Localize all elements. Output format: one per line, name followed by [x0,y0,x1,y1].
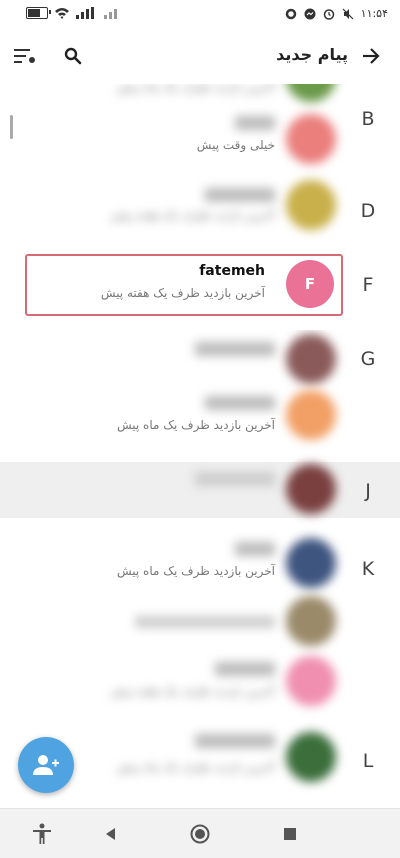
mute-icon [342,8,354,19]
contact-row[interactable]: آخرین بازدید ظرف یک هفته پیش [0,180,400,262]
alarm-icon [323,8,334,20]
nav-back-icon [106,828,115,840]
avatar [286,538,336,588]
avatar [286,656,336,706]
status-time: ۱۱:۵۴ [360,7,388,20]
battery-icon [26,7,51,19]
contact-name [215,662,275,676]
avatar: F [286,260,334,308]
signal-2-icon [104,9,117,19]
section-letter: D [360,200,376,222]
avatar [286,464,336,514]
status-bar: ۱۱:۵۴ [0,0,400,28]
avatar [286,596,336,646]
section-letter: F [362,274,374,296]
contact-name [205,188,275,202]
contact-row[interactable]: آخرین بازدید ظرف یک هفته پیش [0,654,400,736]
settings-icon [285,8,296,19]
contact-status: آخرین بازدید ظرف یک ماه پیش [116,84,275,94]
contact-row[interactable] [0,462,400,518]
section-letter: K [361,558,375,580]
contact-row-fatemeh[interactable]: F fatemeh آخرین بازدید ظرف یک هفته پیش [25,254,343,316]
nav-recent-icon [284,828,296,840]
avatar [286,114,336,164]
contact-name [195,472,275,486]
contact-list-lower[interactable]: G آخرین بازدید ظرف یک ماه پیش J آخرین با… [0,330,400,808]
contact-name: fatemeh [199,263,265,279]
contact-name [195,734,275,748]
contact-name [195,342,275,356]
contact-name [205,396,275,410]
page-title: پیام جدید [276,45,348,64]
contact-status: آخرین بازدید ظرف یک هفته پیش [110,208,275,222]
search-button[interactable] [58,41,88,71]
nav-recent-button[interactable] [276,820,304,848]
nav-back-button[interactable] [96,820,124,848]
search-icon [64,47,82,65]
accessibility-button[interactable] [28,820,56,848]
avatar [286,732,336,782]
contact-name [235,542,275,556]
section-letter: B [361,108,375,130]
contact-status: آخرین بازدید ظرف یک ماه پیش [116,564,275,578]
contact-row[interactable]: آخرین بازدید ظرف یک ماه پیش [0,386,400,468]
back-button[interactable] [356,41,386,71]
accessibility-icon [33,823,51,844]
navigation-bar [0,808,400,858]
sort-filter-button[interactable] [10,41,40,71]
contact-row[interactable]: خیلی وقت پیش [0,106,400,188]
nav-home-icon [190,824,210,844]
section-letter: L [362,750,374,772]
avatar [286,390,336,440]
contact-name [235,116,275,130]
contact-status: خیلی وقت پیش [196,138,275,152]
add-contact-icon [33,755,59,775]
contact-status: آخرین بازدید ظرف یک ماه پیش [116,418,275,432]
sort-filter-icon [14,49,35,63]
messenger-icon [304,8,316,19]
avatar [286,180,336,230]
contact-status: آخرین بازدید ظرف یک ماه پیش [116,760,275,774]
wifi-icon [55,8,69,19]
signal-icon [76,7,94,19]
avatar [286,84,336,102]
add-contact-button[interactable] [18,737,74,793]
avatar [286,334,336,384]
section-letter: G [360,348,376,370]
app-bar: پیام جدید [0,28,400,84]
contact-status: آخرین بازدید ظرف یک هفته پیش [110,684,275,698]
nav-home-button[interactable] [186,820,214,848]
section-letter: J [365,480,371,502]
contact-status: آخرین بازدید ظرف یک هفته پیش [100,286,265,300]
arrow-right-icon [363,48,380,64]
contact-name [135,616,275,628]
